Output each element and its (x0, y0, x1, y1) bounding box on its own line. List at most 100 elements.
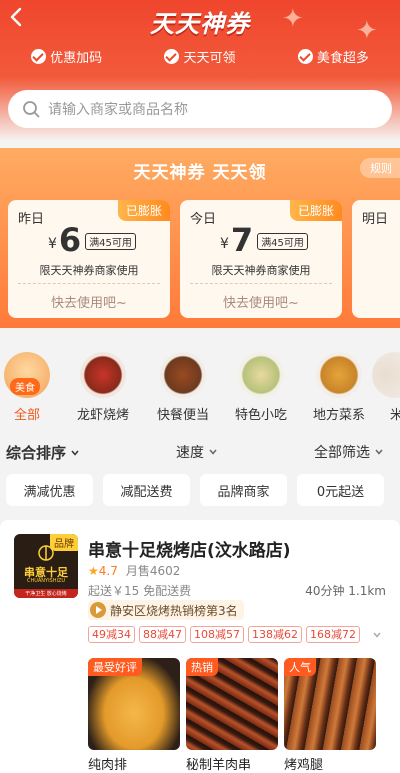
dish-card[interactable]: 人气 烤鸡腿 (284, 658, 376, 773)
dish-image: 人气 (284, 658, 376, 750)
discount-tag: 88减47 (139, 626, 186, 643)
rank-label: 静安区烧烤热销榜第3名 (110, 603, 238, 618)
rank-play-icon (90, 602, 106, 618)
dish-name: 纯肉排 (88, 758, 128, 773)
chip-delivery-fee[interactable]: 减配送费 (103, 474, 190, 506)
sort-label: 速度 (176, 445, 204, 461)
brand-badge: 品牌 (50, 534, 78, 551)
store-logo: 品牌 串意十足 CHUANYISHIZU 干净卫生 放心烧烤 (14, 534, 78, 598)
feature-list: 优惠加码 天天可领 美食超多 (0, 44, 400, 68)
sort-bar: 综合排序 速度 全部筛选 (0, 440, 400, 464)
dish-tag: 人气 (284, 658, 316, 676)
chip-brand[interactable]: 品牌商家 (200, 474, 287, 506)
category-regional-cuisine[interactable]: 地方菜系 (308, 352, 370, 423)
coupon-divider (190, 283, 332, 284)
category-all[interactable]: 美食 全部 (0, 352, 58, 423)
store-card[interactable]: 品牌 串意十足 CHUANYISHIZU 干净卫生 放心烧烤 串意十足烧烤店(汶… (0, 520, 400, 773)
category-fast-food[interactable]: 快餐便当 (152, 352, 214, 423)
category-image (80, 352, 126, 398)
coupon-value: 7 (230, 221, 254, 259)
coupon-card-yesterday[interactable]: 昨日 已膨胀 ¥ 6 满45可用 限天天神券商家使用 快去使用吧~ (8, 200, 170, 318)
feature-label: 天天可领 (183, 50, 236, 66)
category-label: 全部 (13, 408, 40, 423)
coupon-condition: 满45可用 (257, 233, 308, 250)
category-crayfish-bbq[interactable]: 龙虾烧烤 (72, 352, 134, 423)
delivery-time-distance: 40分钟 1.1km (305, 584, 386, 598)
sort-speed[interactable]: 速度 (176, 442, 218, 462)
sort-label: 综合排序 (6, 444, 67, 462)
coupon-description: 限天天神券商家使用 (39, 264, 139, 277)
dish-tag: 最受好评 (88, 658, 142, 676)
discount-tag: 49减34 (88, 626, 135, 643)
feature-label: 优惠加码 (50, 50, 103, 66)
currency-symbol: ¥ (220, 236, 229, 252)
sort-label: 全部筛选 (314, 445, 370, 461)
coupon-panel: 天天神券 天天领 规则 昨日 已膨胀 ¥ 6 满45可用 限天天神券商家使用 快… (0, 148, 400, 328)
chip-discount[interactable]: 满减优惠 (6, 474, 93, 506)
dish-card[interactable]: 热销 秘制羊肉串 (186, 658, 278, 773)
rank-badge[interactable]: 静安区烧烤热销榜第3名 (88, 600, 244, 620)
feature-label: 美食超多 (316, 50, 369, 66)
check-icon (297, 48, 313, 64)
discount-tag: 108减57 (190, 626, 244, 643)
category-label: 地方菜系 (312, 408, 365, 423)
category-label: 龙虾烧烤 (76, 408, 129, 423)
search-input[interactable]: 请输入商家或商品名称 (8, 90, 392, 128)
coupon-use-link[interactable]: 快去使用吧~ (8, 292, 170, 311)
chip-no-minimum[interactable]: 0元起送 (297, 474, 384, 506)
coupon-amount: ¥ 7 满45可用 (220, 224, 308, 256)
category-snacks[interactable]: 特色小吃 (230, 352, 292, 423)
sort-comprehensive[interactable]: 综合排序 (6, 442, 80, 463)
chevron-down-icon[interactable] (372, 630, 382, 640)
coupon-divider (18, 283, 160, 284)
coupon-use-link[interactable]: 快去使用吧~ (180, 292, 342, 311)
coupon-panel-title: 天天神券 天天领 (133, 163, 267, 183)
sort-filter[interactable]: 全部筛选 (314, 442, 384, 462)
filter-chips: 满减优惠 减配送费 品牌商家 0元起送 (0, 474, 400, 506)
check-icon (164, 48, 180, 64)
category-label: 米 (390, 408, 400, 423)
category-partial[interactable]: 米 (372, 352, 400, 423)
category-image (160, 352, 206, 398)
feature-item: 美食超多 (297, 44, 369, 68)
currency-symbol: ¥ (48, 236, 57, 252)
min-order: 起送￥15 免配送费 (88, 584, 192, 598)
coupon-card-tomorrow[interactable]: 明日 (352, 200, 400, 318)
discount-tag: 168减72 (306, 626, 360, 643)
coupon-day: 昨日 (18, 212, 45, 227)
star-icon: ★ (88, 563, 99, 578)
coupon-description: 限天天神券商家使用 (211, 264, 311, 277)
category-image (316, 352, 362, 398)
feature-item: 优惠加码 (31, 44, 102, 68)
category-image (372, 352, 400, 398)
category-label: 特色小吃 (234, 408, 287, 423)
chevron-down-icon (71, 450, 79, 456)
skewer-icon (38, 545, 54, 561)
discount-tags: 49减34 88减47 108减57 138减62 168减72 (88, 626, 364, 643)
coupon-amount: ¥ 6 满45可用 (48, 224, 136, 256)
coupon-expanded-tag: 已膨胀 (117, 200, 170, 221)
monthly-sales: 月售4602 (125, 564, 181, 578)
category-image: 美食 (4, 352, 50, 398)
logo-subtext: CHUANYISHIZU (26, 578, 66, 584)
category-image (238, 352, 284, 398)
search-icon (23, 101, 40, 118)
dish-image: 热销 (186, 658, 278, 750)
store-delivery-row: 起送￥15 免配送费 40分钟 1.1km (88, 582, 386, 599)
store-name[interactable]: 串意十足烧烤店(汶水路店) (88, 536, 291, 561)
page-title: 天天神券 (150, 10, 250, 38)
dish-card[interactable]: 最受好评 纯肉排 (88, 658, 180, 773)
search-placeholder: 请输入商家或商品名称 (48, 102, 188, 118)
coupon-card-today[interactable]: 今日 已膨胀 ¥ 7 满45可用 限天天神券商家使用 快去使用吧~ (180, 200, 342, 318)
category-label: 快餐便当 (156, 408, 209, 423)
coupon-condition: 满45可用 (85, 233, 136, 250)
rules-button[interactable]: 规则 (360, 158, 400, 178)
coupon-day: 明日 (362, 212, 389, 227)
dish-name: 烤鸡腿 (284, 758, 324, 773)
feature-item: 天天可领 (164, 44, 236, 68)
dish-image: 最受好评 (88, 658, 180, 750)
store-rating: 4.7 (98, 563, 118, 578)
check-icon (31, 48, 47, 64)
category-bar: 美食 全部 龙虾烧烤 快餐便当 特色小吃 地方菜系 米 (0, 352, 400, 424)
chevron-down-icon (209, 449, 217, 455)
